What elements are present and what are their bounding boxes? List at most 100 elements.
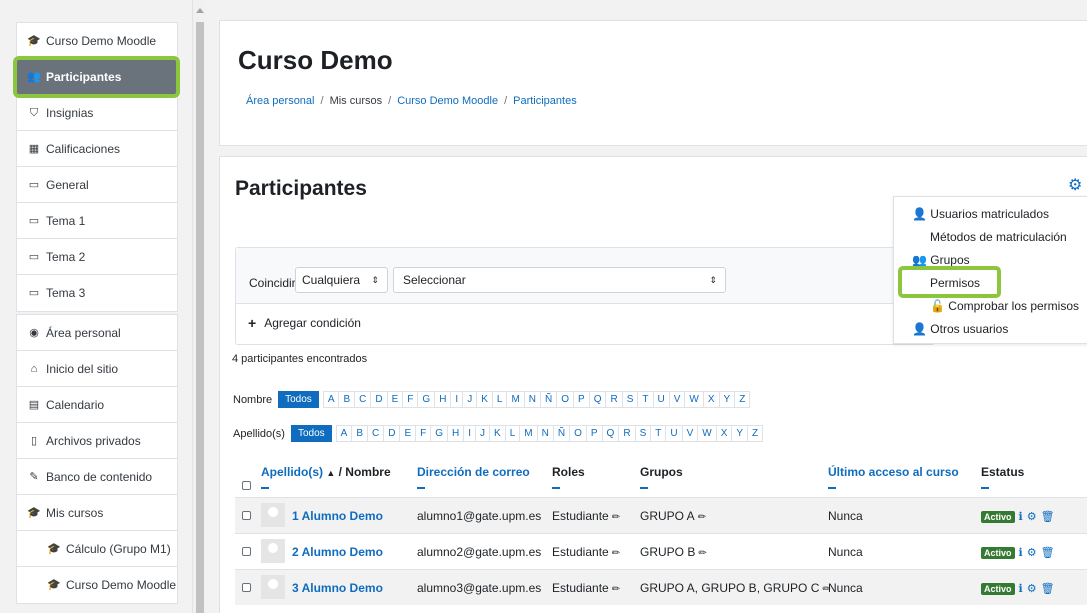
initial-letter-6[interactable]: G — [418, 391, 436, 408]
user-name-link[interactable]: 2 Alumno Demo — [292, 545, 383, 559]
sidebar-item-banco-de-contenido[interactable]: ✎ Banco de contenido — [17, 459, 177, 495]
initial-letter-10[interactable]: K — [490, 425, 506, 442]
sidebar-item-area-personal[interactable]: ◉ Área personal — [17, 315, 177, 351]
sidebar-item-calculo-grupo-m1[interactable]: 🎓 Cálculo (Grupo M1) — [17, 531, 177, 567]
initial-letter-11[interactable]: L — [492, 391, 508, 408]
initial-letter-1[interactable]: B — [352, 425, 368, 442]
breadcrumb-participantes[interactable]: Participantes — [513, 95, 577, 107]
initial-letter-12[interactable]: M — [507, 391, 525, 408]
initial-letter-4[interactable]: E — [400, 425, 417, 442]
initial-letter-17[interactable]: Q — [589, 391, 607, 408]
initial-letter-22[interactable]: V — [682, 425, 699, 442]
sidebar-item-archivos-privados[interactable]: ▯ Archivos privados — [17, 423, 177, 459]
initial-letter-22[interactable]: V — [669, 391, 686, 408]
initial-letter-24[interactable]: X — [716, 425, 733, 442]
user-name-link[interactable]: 1 Alumno Demo — [292, 509, 383, 523]
initial-letter-20[interactable]: T — [651, 425, 667, 442]
initial-letter-15[interactable]: O — [570, 425, 587, 442]
initial-letter-23[interactable]: W — [698, 425, 717, 442]
sidebar-scrollbar[interactable] — [192, 0, 206, 613]
initial-letter-5[interactable]: F — [403, 391, 419, 408]
initial-letter-24[interactable]: X — [703, 391, 720, 408]
initial-letter-2[interactable]: C — [355, 391, 372, 408]
initial-letter-5[interactable]: F — [416, 425, 432, 442]
sidebar-item-general[interactable]: ▭ General — [17, 167, 177, 203]
pencil-icon[interactable]: ✏ — [612, 548, 620, 559]
sidebar-item-inicio-del-sitio[interactable]: ⌂ Inicio del sitio — [17, 351, 177, 387]
row-checkbox[interactable] — [242, 583, 251, 592]
initial-letter-9[interactable]: J — [476, 425, 491, 442]
initial-letter-16[interactable]: P — [574, 391, 590, 408]
gear-icon[interactable]: ⚙ — [1027, 547, 1041, 559]
match-select[interactable]: Cualquiera ⇕ — [295, 267, 388, 293]
initial-letter-17[interactable]: Q — [602, 425, 620, 442]
initial-letter-6[interactable]: G — [431, 425, 449, 442]
initial-letter-10[interactable]: K — [477, 391, 493, 408]
menu-item-permisos[interactable]: Permisos — [930, 276, 980, 290]
menu-item-grupos[interactable]: 👥 Grupos — [912, 253, 970, 267]
initial-letter-12[interactable]: M — [520, 425, 538, 442]
info-icon[interactable]: ℹ — [1019, 511, 1027, 523]
menu-item-comprobar-permisos[interactable]: 🔓 Comprobar los permisos — [930, 299, 1079, 313]
row-checkbox[interactable] — [242, 511, 251, 520]
initial-letter-25[interactable]: Y — [719, 391, 736, 408]
initial-letter-0[interactable]: A — [322, 391, 340, 408]
initial-letter-14[interactable]: Ñ — [541, 391, 558, 408]
initial-letter-18[interactable]: R — [619, 425, 636, 442]
lastname-all-button[interactable]: Todos — [290, 425, 332, 442]
sidebar-item-tema-3[interactable]: ▭ Tema 3 — [17, 275, 177, 311]
menu-item-usuarios-matriculados[interactable]: 👤 Usuarios matriculados — [912, 207, 1049, 221]
sidebar-item-curso-demo-moodle-2[interactable]: 🎓 Curso Demo Moodle — [17, 567, 177, 603]
initial-letter-23[interactable]: W — [685, 391, 704, 408]
initial-letter-14[interactable]: Ñ — [553, 425, 571, 442]
sidebar-item-calificaciones[interactable]: ▦ Calificaciones — [17, 131, 177, 167]
initial-letter-9[interactable]: J — [463, 391, 478, 408]
initial-letter-0[interactable]: A — [335, 425, 353, 442]
initial-letter-2[interactable]: C — [368, 425, 385, 442]
col-email[interactable]: Dirección de correo — [417, 465, 530, 489]
sidebar-item-tema-2[interactable]: ▭ Tema 2 — [17, 239, 177, 275]
breadcrumb-area-personal[interactable]: Área personal — [246, 95, 315, 107]
sidebar-item-tema-1[interactable]: ▭ Tema 1 — [17, 203, 177, 239]
pencil-icon[interactable]: ✏ — [698, 512, 706, 523]
gear-icon[interactable]: ⚙ — [1027, 583, 1041, 595]
initial-letter-3[interactable]: D — [371, 391, 388, 408]
criteria-select[interactable]: Seleccionar ⇕ — [393, 267, 726, 293]
initial-letter-8[interactable]: I — [451, 391, 464, 408]
info-icon[interactable]: ℹ — [1019, 547, 1027, 559]
initial-letter-19[interactable]: S — [635, 425, 652, 442]
col-last-access[interactable]: Último acceso al curso — [828, 465, 959, 489]
sidebar-item-calendario[interactable]: ▤ Calendario — [17, 387, 177, 423]
initial-letter-7[interactable]: H — [448, 425, 465, 442]
initial-letter-8[interactable]: I — [464, 425, 477, 442]
initial-letter-13[interactable]: N — [524, 391, 542, 408]
initial-letter-25[interactable]: Y — [732, 425, 749, 442]
initial-letter-26[interactable]: Z — [748, 425, 764, 442]
breadcrumb-curso-demo-moodle[interactable]: Curso Demo Moodle — [397, 95, 498, 107]
pencil-icon[interactable]: ✏ — [698, 548, 706, 559]
initial-letter-21[interactable]: U — [653, 391, 670, 408]
gear-icon[interactable]: ⚙ — [1068, 175, 1082, 195]
sidebar-item-insignias[interactable]: ⛉ Insignias — [17, 95, 177, 131]
menu-item-otros-usuarios[interactable]: 👤 Otros usuarios — [912, 322, 1008, 336]
scroll-up-arrow-icon[interactable] — [196, 8, 204, 13]
gear-icon[interactable]: ⚙ — [1027, 511, 1041, 523]
pencil-icon[interactable]: ✏ — [612, 584, 620, 595]
initial-letter-11[interactable]: L — [505, 425, 521, 442]
trash-icon[interactable]: 🗑 — [1041, 583, 1059, 595]
add-condition-button[interactable]: + Agregar condición — [248, 315, 361, 331]
initial-letter-26[interactable]: Z — [735, 391, 751, 408]
initial-letter-19[interactable]: S — [622, 391, 639, 408]
initial-letter-7[interactable]: H — [435, 391, 452, 408]
col-lastname[interactable]: Apellido(s) ▲ / Nombre — [261, 465, 391, 489]
user-name-link[interactable]: 3 Alumno Demo — [292, 581, 383, 595]
menu-item-metodos-matriculacion[interactable]: Métodos de matriculación — [930, 230, 1067, 244]
initial-letter-20[interactable]: T — [638, 391, 654, 408]
sidebar-item-curso-demo-moodle[interactable]: 🎓 Curso Demo Moodle — [17, 23, 177, 59]
initial-letter-3[interactable]: D — [384, 425, 401, 442]
row-checkbox[interactable] — [242, 547, 251, 556]
initial-letter-1[interactable]: B — [339, 391, 356, 408]
info-icon[interactable]: ℹ — [1019, 583, 1027, 595]
firstname-all-button[interactable]: Todos — [278, 391, 319, 408]
sidebar-item-mis-cursos[interactable]: 🎓 Mis cursos — [17, 495, 177, 531]
